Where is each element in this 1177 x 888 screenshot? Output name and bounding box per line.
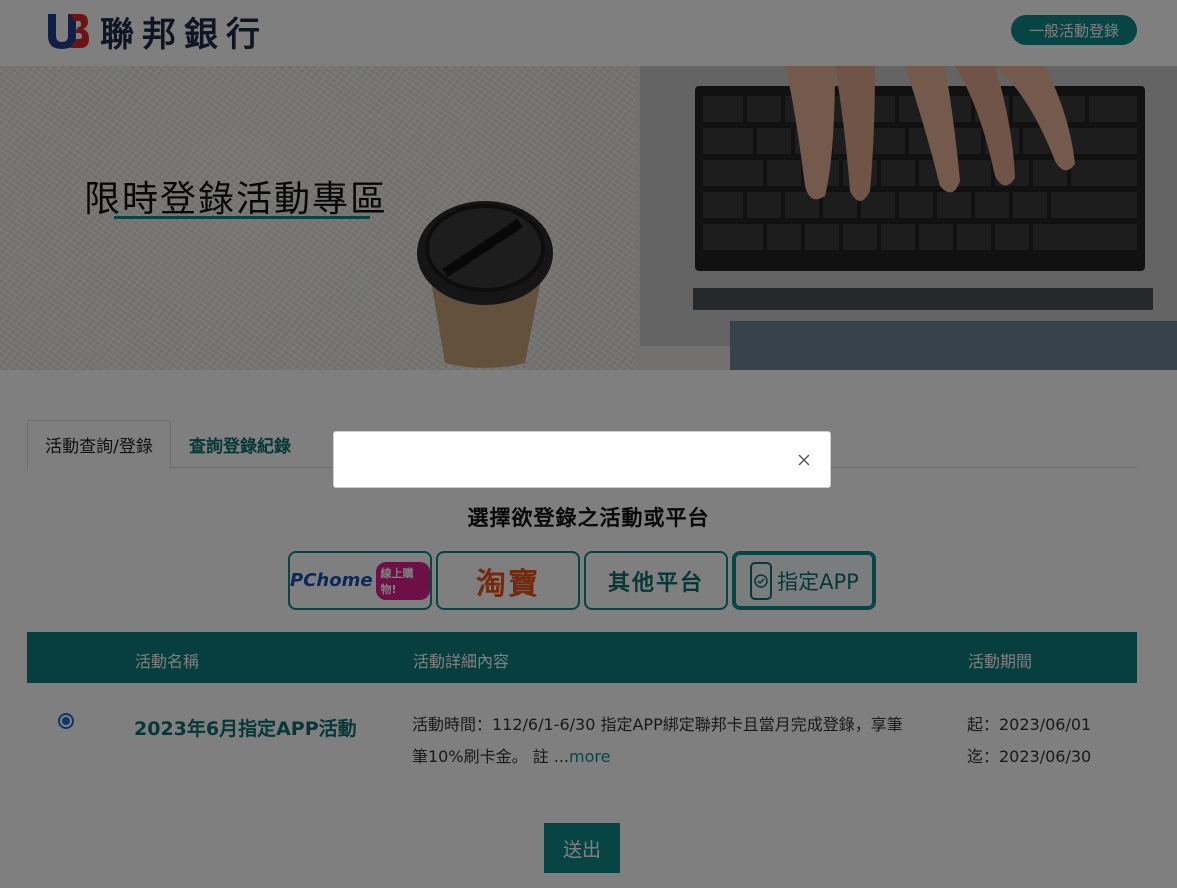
modal-dialog (333, 431, 831, 488)
close-x-glyph (798, 454, 810, 466)
close-icon[interactable] (794, 450, 814, 470)
